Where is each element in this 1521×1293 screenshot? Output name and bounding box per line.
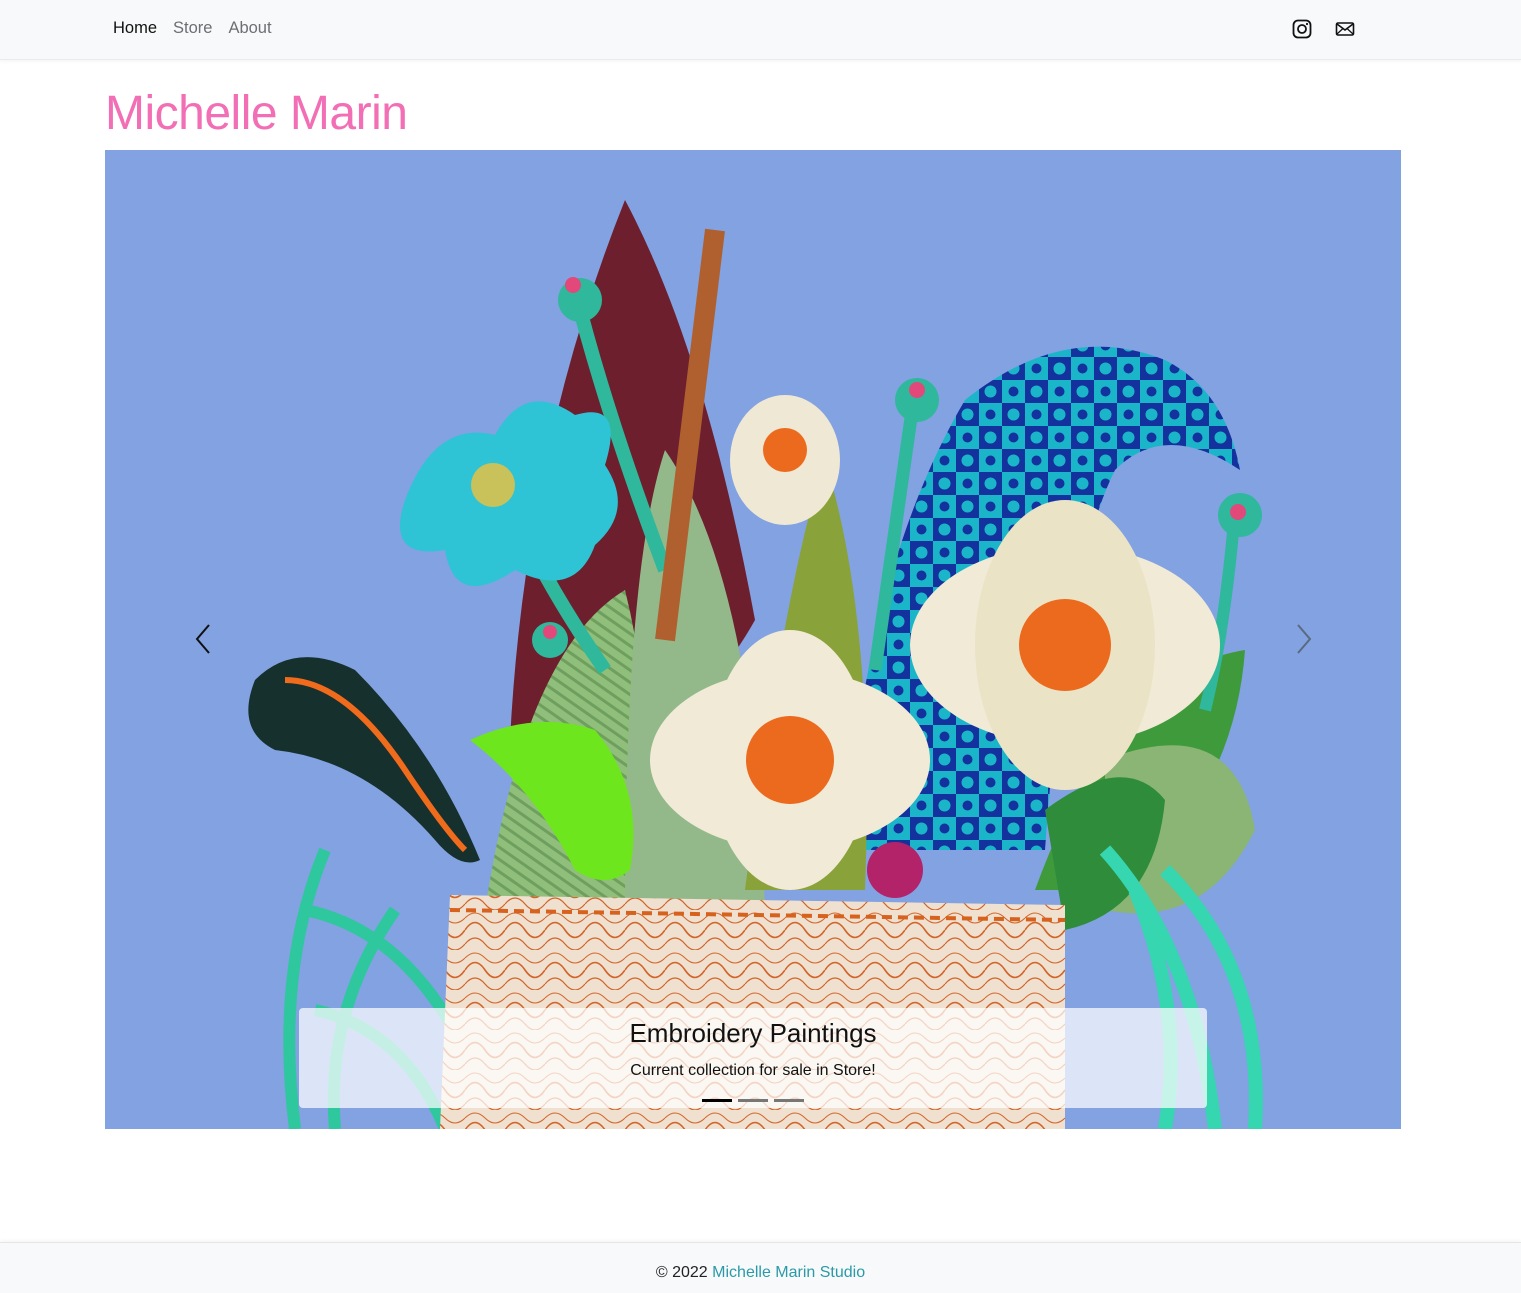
footer-text: © 2022 Michelle Marin Studio: [0, 1264, 1521, 1282]
studio-link[interactable]: Michelle Marin Studio: [712, 1264, 865, 1281]
copyright-text: © 2022: [655, 1264, 708, 1281]
instagram-icon[interactable]: [1291, 18, 1313, 40]
hero-carousel: Embroidery Paintings Current collection …: [105, 150, 1401, 1129]
indicator-slide-3[interactable]: [774, 1099, 804, 1102]
indicator-slide-1[interactable]: [702, 1099, 732, 1102]
social-icons: [1291, 18, 1356, 40]
footer: © 2022 Michelle Marin Studio: [0, 1242, 1521, 1293]
caption-text: Current collection for sale in Store!: [630, 1062, 876, 1079]
envelope-icon[interactable]: [1334, 18, 1356, 40]
nav-links: Home Store About: [113, 19, 272, 38]
carousel-indicators: [702, 1099, 804, 1102]
caption-title: Embroidery Paintings: [629, 1018, 877, 1048]
nav-link-home[interactable]: Home: [113, 19, 157, 38]
chevron-right-icon[interactable]: [1284, 617, 1324, 661]
nav-link-about[interactable]: About: [228, 19, 271, 38]
carousel-caption: Embroidery Paintings Current collection …: [299, 1008, 1207, 1108]
nav-link-store[interactable]: Store: [173, 19, 212, 38]
indicator-slide-2[interactable]: [738, 1099, 768, 1102]
navbar: Home Store About: [0, 0, 1521, 60]
tulip-top: [730, 395, 840, 525]
embroidery-painting-image: [105, 150, 1401, 1129]
site-title: Michelle Marin: [105, 87, 408, 140]
chevron-left-icon[interactable]: [183, 617, 223, 661]
